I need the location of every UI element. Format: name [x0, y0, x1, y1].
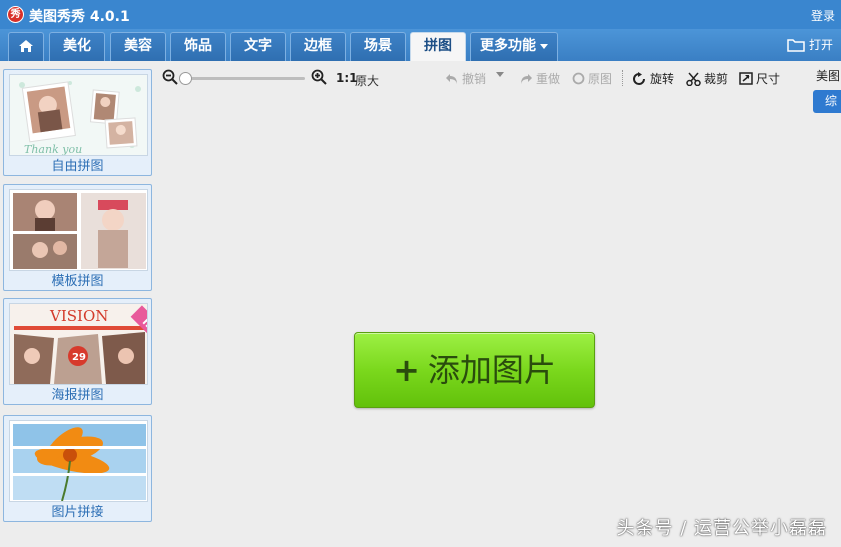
image-stitch-card[interactable]: 图片拼接 — [3, 415, 152, 522]
image-stitch-thumbnail — [9, 420, 148, 502]
tab-home[interactable] — [8, 32, 44, 61]
toolbar-separator — [622, 70, 623, 86]
crop-label: 裁剪 — [704, 72, 729, 86]
folder-icon — [787, 38, 805, 52]
template-collage-thumbnail — [9, 189, 148, 271]
resize-label: 尺寸 — [756, 72, 781, 86]
tab-more-label: 更多功能 — [480, 38, 536, 54]
undo-label: 撤销 — [462, 72, 487, 86]
rotate-icon — [633, 71, 645, 85]
home-icon — [19, 40, 33, 52]
scissors-icon — [686, 72, 701, 86]
original-image-button[interactable]: 原图 — [572, 70, 612, 87]
window-title: 美图秀秀 4.0.1 — [29, 9, 130, 25]
rotate-label: 旋转 — [650, 72, 675, 86]
image-stitch-label: 图片拼接 — [51, 505, 104, 520]
poster-collage-thumbnail: VISION 29 new — [9, 303, 148, 385]
caret-down-icon — [496, 72, 504, 77]
collage-mode-sidebar: Thank you 自由拼图 模板拼图 VISION 29 海报拼图 图片拼接 — [0, 61, 156, 547]
rotate-button[interactable]: 旋转 — [632, 70, 674, 87]
poster-thumb-number: 29 — [72, 352, 86, 363]
tab-decorations[interactable]: 饰品 — [170, 32, 226, 61]
undo-history-dropdown[interactable] — [496, 70, 504, 77]
free-collage-thumbnail: Thank you — [9, 74, 148, 156]
poster-thumb-title: VISION — [49, 307, 108, 325]
undo-icon — [446, 74, 457, 84]
poster-collage-card[interactable]: VISION 29 new 海报拼图 — [3, 298, 152, 405]
free-collage-label: 自由拼图 — [51, 159, 104, 174]
right-panel-tab[interactable]: 综 — [813, 90, 841, 113]
crop-button[interactable]: 裁剪 — [686, 70, 728, 87]
tab-more-features[interactable]: 更多功能 — [470, 32, 558, 61]
right-side-panel: 美图 综 — [810, 61, 841, 547]
zoom-slider[interactable] — [179, 72, 305, 85]
resize-icon — [739, 72, 753, 85]
redo-button[interactable]: 重做 — [519, 70, 560, 87]
tab-beautify[interactable]: 美化 — [49, 32, 105, 61]
open-button[interactable]: 打开 — [787, 36, 833, 53]
canvas-toolbar: 1:1 原大 撤销 重做 原图 旋转 裁剪 尺寸 — [156, 61, 810, 95]
free-collage-card[interactable]: Thank you 自由拼图 — [3, 69, 152, 176]
right-panel-title: 美图 — [816, 69, 841, 83]
add-image-button[interactable]: + 添加图片 — [354, 332, 595, 408]
watermark-text: 头条号 / 运营公举小磊磊 — [616, 518, 827, 539]
zoom-in-button[interactable] — [311, 69, 327, 88]
redo-label: 重做 — [536, 72, 561, 86]
tab-beauty[interactable]: 美容 — [110, 32, 166, 61]
zoom-out-icon — [162, 69, 178, 85]
original-image-label: 原图 — [588, 72, 613, 86]
collage-canvas: + 添加图片 — [156, 95, 810, 547]
undo-button[interactable]: 撤销 — [445, 70, 486, 87]
zoom-in-icon — [311, 69, 327, 85]
plus-icon: + — [393, 351, 420, 389]
tab-text[interactable]: 文字 — [230, 32, 286, 61]
caret-down-icon — [540, 43, 548, 49]
tab-frames[interactable]: 边框 — [290, 32, 346, 61]
resize-button[interactable]: 尺寸 — [739, 70, 780, 87]
zoom-out-button[interactable] — [162, 69, 178, 88]
zoom-slider-handle[interactable] — [179, 72, 192, 85]
original-image-icon — [572, 72, 585, 85]
tab-collage[interactable]: 拼图 — [410, 32, 466, 61]
tab-scenes[interactable]: 场景 — [350, 32, 406, 61]
poster-collage-label: 海报拼图 — [51, 388, 104, 403]
original-size-button[interactable]: 原大 — [355, 72, 379, 89]
app-logo-icon: 秀 — [7, 6, 24, 23]
template-collage-card[interactable]: 模板拼图 — [3, 184, 152, 291]
login-link[interactable]: 登录 — [811, 7, 835, 24]
open-button-label: 打开 — [808, 38, 833, 52]
add-image-label: 添加图片 — [427, 351, 556, 389]
main-tab-bar: 美化 美容 饰品 文字 边框 场景 拼图 更多功能 打开 — [0, 29, 841, 61]
template-collage-label: 模板拼图 — [51, 274, 104, 289]
title-bar: 秀 美图秀秀 4.0.1 登录 — [0, 0, 841, 29]
redo-icon — [521, 74, 532, 84]
